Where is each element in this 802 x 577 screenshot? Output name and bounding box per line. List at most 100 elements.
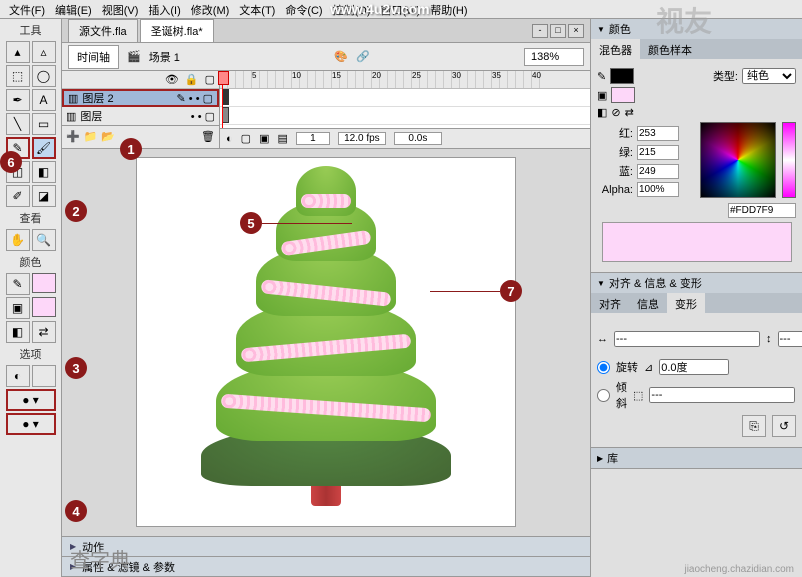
skew-radio[interactable]: [597, 389, 610, 402]
type-label: 类型:: [713, 68, 738, 84]
swap-colors-tool[interactable]: ⇄: [32, 321, 56, 343]
zoom-input[interactable]: [524, 48, 584, 66]
hue-slider[interactable]: [782, 122, 796, 198]
zoom-tool[interactable]: 🔍: [32, 229, 56, 251]
layer-row-2[interactable]: ▥ 图层 2 ✎ • • ▢: [62, 89, 219, 107]
fill-mini-swatch[interactable]: [611, 87, 635, 103]
scale-w[interactable]: [614, 331, 760, 347]
subselection-tool[interactable]: ▵: [32, 41, 56, 63]
add-folder-icon[interactable]: 📂: [101, 130, 115, 143]
delete-layer-icon[interactable]: 🗑: [201, 130, 215, 143]
playhead[interactable]: [222, 71, 223, 131]
doc-tab-tree[interactable]: 圣诞树.fla*: [140, 19, 214, 43]
eraser-tool[interactable]: ◪: [32, 185, 56, 207]
brush-tool[interactable]: 🖌: [32, 137, 56, 159]
hex-input[interactable]: [728, 203, 796, 218]
edit-scene-icon[interactable]: 🎨: [334, 50, 348, 63]
red-input[interactable]: [637, 126, 679, 141]
fill-swatch-icon[interactable]: ▣: [597, 89, 607, 102]
stroke-swatch-icon[interactable]: ✎: [597, 70, 606, 83]
brush-size-option[interactable]: ● ▾: [6, 389, 56, 411]
minimize-icon[interactable]: -: [532, 24, 548, 38]
properties-panel-header[interactable]: 属性 & 滤镜 & 参数: [62, 557, 590, 577]
timeline-panel: 👁 🔒 ▢ ▥ 图层 2 ✎ • • ▢ ▥ 图层 • • ▢ ➕ 📁: [62, 71, 590, 149]
stroke-color-swatch[interactable]: [32, 273, 56, 293]
actions-panel-header[interactable]: 动作: [62, 537, 590, 557]
swatches-tab[interactable]: 颜色样本: [640, 39, 700, 59]
library-panel-header[interactable]: 库: [591, 448, 802, 468]
eye-icon[interactable]: 👁: [165, 73, 179, 86]
lasso-tool[interactable]: ◯: [32, 65, 56, 87]
paint-bucket-tool[interactable]: ◧: [32, 161, 56, 183]
modify-markers-icon[interactable]: ▤: [277, 132, 287, 145]
info-tab[interactable]: 信息: [629, 293, 667, 313]
fill-color-icon[interactable]: ▣: [6, 297, 30, 319]
rotate-radio[interactable]: [597, 361, 610, 374]
swap-icon[interactable]: ⇄: [625, 106, 634, 119]
rectangle-tool[interactable]: ▭: [32, 113, 56, 135]
view-title: 查看: [20, 210, 42, 226]
scale-h[interactable]: [778, 331, 802, 347]
g-label: 绿:: [597, 144, 633, 160]
menu-insert[interactable]: 插入(I): [143, 0, 185, 18]
edit-multiple-icon[interactable]: ▣: [259, 132, 269, 145]
add-guide-icon[interactable]: 📁: [84, 130, 98, 143]
stroke-mini-swatch[interactable]: [610, 68, 634, 84]
frames-area[interactable]: 1510152025303540 ◐ ▢ ▣ ▤: [220, 71, 590, 148]
alpha-input[interactable]: [637, 182, 679, 197]
layer-row-1[interactable]: ▥ 图层 • • ▢: [62, 107, 219, 125]
text-tool[interactable]: A: [32, 89, 56, 111]
menu-view[interactable]: 视图(V): [97, 0, 144, 18]
onion-skin-outline-icon[interactable]: ▢: [241, 132, 251, 145]
stage-canvas[interactable]: [136, 157, 516, 527]
scene-bar: 时间轴 🎬 场景 1 🎨 🔗: [62, 43, 590, 71]
menu-edit[interactable]: 编辑(E): [50, 0, 97, 18]
edit-symbol-icon[interactable]: 🔗: [356, 50, 370, 63]
hand-tool[interactable]: ✋: [6, 229, 30, 251]
menu-text[interactable]: 文本(T): [234, 0, 280, 18]
line-tool[interactable]: ╲: [6, 113, 30, 135]
doc-tab-source[interactable]: 源文件.fla: [68, 19, 138, 43]
fps-display[interactable]: [338, 132, 386, 145]
align-tab[interactable]: 对齐: [591, 293, 629, 313]
menu-help[interactable]: 帮助(H): [425, 0, 472, 18]
maximize-icon[interactable]: □: [550, 24, 566, 38]
noclr-icon[interactable]: ⊘: [611, 106, 620, 119]
callout-5: 5: [240, 212, 262, 234]
stroke-color-icon[interactable]: ✎: [6, 273, 30, 295]
r-label: 红:: [597, 125, 633, 141]
brush-shape-option[interactable]: ● ▾: [6, 413, 56, 435]
outline-icon[interactable]: ▢: [205, 73, 215, 86]
option-1[interactable]: ◐: [6, 365, 30, 387]
black-white-tool[interactable]: ◧: [6, 321, 30, 343]
eyedropper-tool[interactable]: ✐: [6, 185, 30, 207]
fill-type-select[interactable]: 纯色: [742, 68, 796, 84]
pen-tool[interactable]: ✒: [6, 89, 30, 111]
timeline-toggle-button[interactable]: 时间轴: [68, 45, 119, 69]
green-input[interactable]: [637, 145, 679, 160]
color-picker[interactable]: [700, 122, 776, 198]
scene-label[interactable]: 场景 1: [149, 49, 180, 65]
close-icon[interactable]: ×: [568, 24, 584, 38]
option-2[interactable]: [32, 365, 56, 387]
bw-icon[interactable]: ◧: [597, 106, 607, 119]
transform-tab[interactable]: 变形: [667, 293, 705, 313]
transform-panel-header[interactable]: 对齐 & 信息 & 变形: [591, 273, 802, 293]
selection-tool[interactable]: ▴: [6, 41, 30, 63]
add-layer-icon[interactable]: ➕: [66, 130, 80, 143]
rotate-angle[interactable]: [659, 359, 729, 375]
menu-file[interactable]: 文件(F): [4, 0, 50, 18]
menu-modify[interactable]: 修改(M): [186, 0, 235, 18]
fill-color-swatch[interactable]: [32, 297, 56, 317]
copy-transform-button[interactable]: ⎘: [742, 415, 766, 437]
reset-transform-button[interactable]: ↺: [772, 415, 796, 437]
watermark-url: www.4u2v.com: [330, 1, 430, 17]
lock-icon[interactable]: 🔒: [185, 73, 199, 86]
mixer-tab[interactable]: 混色器: [591, 39, 640, 59]
free-transform-tool[interactable]: ⬚: [6, 65, 30, 87]
blue-input[interactable]: [637, 164, 679, 179]
onion-skin-icon[interactable]: ◐: [226, 133, 233, 145]
current-frame[interactable]: [296, 132, 330, 145]
menu-commands[interactable]: 命令(C): [280, 0, 327, 18]
skew-h[interactable]: [649, 387, 795, 403]
